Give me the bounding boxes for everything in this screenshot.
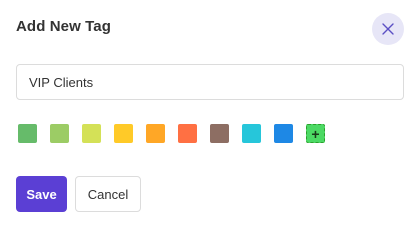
color-swatch[interactable]: [18, 124, 37, 143]
color-swatch[interactable]: [242, 124, 261, 143]
save-button[interactable]: Save: [16, 176, 67, 212]
plus-icon: +: [311, 125, 320, 142]
close-icon: [382, 23, 394, 35]
close-button[interactable]: [372, 13, 404, 45]
tag-name-input[interactable]: [16, 64, 404, 100]
color-swatch[interactable]: [114, 124, 133, 143]
color-swatch[interactable]: [274, 124, 293, 143]
color-swatch[interactable]: [178, 124, 197, 143]
color-swatch-list: +: [18, 124, 325, 143]
color-swatch[interactable]: [210, 124, 229, 143]
color-swatch[interactable]: [50, 124, 69, 143]
custom-color-button[interactable]: +: [306, 124, 325, 143]
cancel-button[interactable]: Cancel: [75, 176, 141, 212]
color-swatch[interactable]: [146, 124, 165, 143]
dialog-title: Add New Tag: [16, 18, 111, 35]
color-swatch[interactable]: [82, 124, 101, 143]
add-tag-dialog: Add New Tag + Save Cancel: [0, 0, 417, 227]
